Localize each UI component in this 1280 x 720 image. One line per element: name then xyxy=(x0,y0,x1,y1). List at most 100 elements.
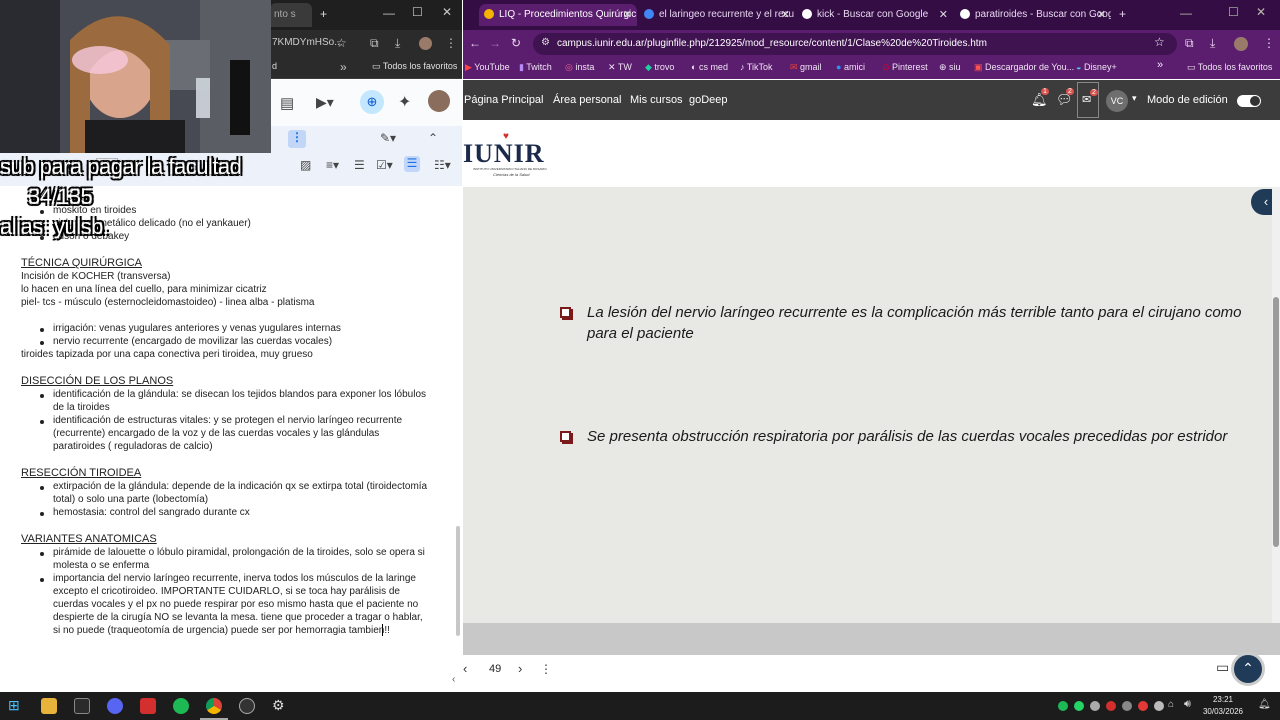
tab-liq[interactable]: LIQ - Procedimientos Quirúrgic ✕ xyxy=(479,4,637,26)
left-url[interactable]: 7KMDYmHSo... xyxy=(272,37,343,48)
store-icon[interactable] xyxy=(74,698,90,714)
nav-personal[interactable]: Área personal xyxy=(553,94,622,106)
numbered-list-icon[interactable]: ☷▾ xyxy=(434,158,451,172)
all-bookmarks-left[interactable]: ▭ Todos los favoritos xyxy=(372,61,457,72)
new-tab-icon[interactable]: + xyxy=(320,7,327,21)
bookmark-youtube[interactable]: ▶ YouTube xyxy=(465,62,510,73)
next-page-icon[interactable]: › xyxy=(518,661,522,676)
volume-icon[interactable]: 🔊︎ xyxy=(1184,698,1191,711)
close-tab-icon[interactable]: ✕ xyxy=(781,8,790,21)
checklist-icon[interactable]: ☑▾ xyxy=(376,158,393,172)
bookmark-descargador[interactable]: ▣ Descargador de You... xyxy=(974,62,1074,73)
close-window-icon[interactable]: ✕ xyxy=(1256,5,1266,19)
minimize-icon[interactable]: — xyxy=(383,6,395,20)
document-body[interactable]: moskito en tiroides pick... .on metálico… xyxy=(0,186,462,692)
nav-home[interactable]: Página Principal xyxy=(464,94,544,106)
file-explorer-icon[interactable] xyxy=(41,698,57,714)
share-icon[interactable]: ⊕ xyxy=(360,90,384,114)
chrome-icon[interactable] xyxy=(206,698,222,714)
mail-button[interactable]: ✉ 2 xyxy=(1077,82,1099,118)
notifications-icon[interactable]: 🔔︎ xyxy=(1258,699,1271,710)
gemini-icon[interactable]: ✦ xyxy=(398,92,411,112)
meet-icon[interactable]: ▶▾ xyxy=(316,94,334,111)
line-spacing-icon[interactable]: ☰ xyxy=(354,158,365,172)
discord-icon[interactable] xyxy=(107,698,123,714)
clock[interactable]: 23:21 30/03/2026 xyxy=(1200,694,1246,718)
profile-avatar[interactable] xyxy=(419,37,432,50)
tray-icon[interactable] xyxy=(1122,701,1132,711)
bookmarks-overflow-icon[interactable]: » xyxy=(1157,59,1163,71)
maximize-icon[interactable]: ☐ xyxy=(1228,5,1239,19)
account-avatar[interactable] xyxy=(428,90,450,112)
page-scrollbar[interactable] xyxy=(1272,187,1280,623)
comments-icon[interactable]: ▤ xyxy=(280,94,294,112)
bookmark-star-icon[interactable]: ☆ xyxy=(336,36,347,50)
spotify-tray-icon[interactable] xyxy=(1058,701,1068,711)
bookmark-disney[interactable]: ◒ Disney+ xyxy=(1076,62,1117,72)
prev-page-icon[interactable]: ‹ xyxy=(463,661,467,676)
site-info-icon[interactable]: ⚙ xyxy=(541,37,550,48)
more-options-icon[interactable]: ⋮ xyxy=(540,662,552,676)
forward-icon[interactable]: → xyxy=(489,36,501,50)
address-bar[interactable]: ⚙ campus.iunir.edu.ar/pluginfile.php/2129… xyxy=(533,33,1177,55)
bookmarks-overflow-icon[interactable]: » xyxy=(340,60,347,74)
extensions-icon[interactable]: ⧉ xyxy=(370,36,379,51)
reload-icon[interactable]: ↻ xyxy=(511,36,521,50)
spotify-icon[interactable] xyxy=(173,698,189,714)
tab-laringeo[interactable]: el laringeo recurrente y el recu ✕ xyxy=(639,4,795,26)
nav-godeep[interactable]: goDeep xyxy=(689,94,728,106)
bookmark-insta[interactable]: ◎ insta xyxy=(565,62,594,73)
bookmark-tiktok[interactable]: ♪ TikTok xyxy=(740,62,773,72)
tray-icon[interactable] xyxy=(1090,701,1100,711)
align-icon[interactable]: ≡▾ xyxy=(326,158,339,172)
bookmark-csmed[interactable]: ◐ cs med xyxy=(691,62,728,72)
app-red-icon[interactable] xyxy=(140,698,156,714)
extensions-icon[interactable]: ⧉ xyxy=(1185,36,1194,51)
bookmark-tw[interactable]: ✕ TW xyxy=(608,62,632,73)
collapse-panel-icon[interactable]: ‹ xyxy=(452,674,455,685)
bookmark-twitch[interactable]: ▮ Twitch xyxy=(519,62,552,73)
bookmark-gmail[interactable]: ✉ gmail xyxy=(790,62,822,73)
doc-scrollbar[interactable] xyxy=(456,526,460,636)
obs-icon[interactable] xyxy=(239,698,255,714)
iunir-logo[interactable]: IUNIR xyxy=(463,139,545,169)
bookmark-siu[interactable]: ⊕ siu xyxy=(939,62,961,73)
close-tab-icon[interactable]: ✕ xyxy=(623,8,632,21)
whatsapp-tray-icon[interactable] xyxy=(1074,701,1084,711)
bookmark-star-icon[interactable]: ☆ xyxy=(1154,35,1165,49)
back-icon[interactable]: ← xyxy=(469,36,481,50)
new-tab-icon[interactable]: + xyxy=(1119,7,1126,21)
settings-gear-icon[interactable]: ⚙ xyxy=(272,697,288,713)
menu-kebab-icon[interactable]: ⋮ xyxy=(445,36,457,50)
close-window-icon[interactable]: ✕ xyxy=(442,5,452,19)
collapse-toolbar-icon[interactable]: ⌃ xyxy=(428,131,438,145)
download-icon[interactable]: ⤓ xyxy=(1210,36,1215,51)
tray-icon[interactable] xyxy=(1106,701,1116,711)
edit-mode-icon[interactable]: ✎▾ xyxy=(380,131,396,145)
download-icon[interactable]: ⤓ xyxy=(395,36,400,51)
tab-kick[interactable]: kick - Buscar con Google ✕ xyxy=(797,4,953,26)
tab-paratiroides[interactable]: paratiroides - Buscar con Googl ✕ xyxy=(955,4,1111,26)
tray-icon[interactable] xyxy=(1138,701,1148,711)
all-bookmarks[interactable]: ▭ Todos los favoritos xyxy=(1187,62,1272,73)
scroll-top-button[interactable]: ⌃ xyxy=(1231,652,1265,686)
bulleted-list-icon[interactable]: ☰ xyxy=(404,156,420,172)
close-tab-icon[interactable]: ✕ xyxy=(1097,8,1106,21)
bookmark-amici[interactable]: ● amici xyxy=(836,62,865,72)
windows-start-icon[interactable]: ⊞ xyxy=(8,697,24,713)
profile-avatar[interactable] xyxy=(1234,37,1248,51)
page-number[interactable]: 49 xyxy=(489,663,501,675)
left-browser-tab[interactable]: nto s xyxy=(270,3,312,27)
present-icon[interactable]: ▭ xyxy=(1216,659,1229,676)
chevron-down-icon[interactable]: ▾ xyxy=(1132,93,1137,104)
tray-icon[interactable] xyxy=(1154,701,1164,711)
bookmark-trovo[interactable]: ◆ trovo xyxy=(645,62,674,73)
bookmark-pinterest[interactable]: ⊙ Pinterest xyxy=(882,62,928,73)
bookmark-partial[interactable]: d xyxy=(272,61,277,71)
maximize-icon[interactable]: ☐ xyxy=(412,5,423,19)
user-avatar[interactable]: VC xyxy=(1106,90,1128,112)
image-icon[interactable]: ▨ xyxy=(300,158,311,172)
menu-kebab-icon[interactable]: ⋮ xyxy=(1263,36,1275,50)
edit-mode-toggle[interactable] xyxy=(1237,95,1261,107)
scrollbar-thumb[interactable] xyxy=(1273,297,1279,547)
